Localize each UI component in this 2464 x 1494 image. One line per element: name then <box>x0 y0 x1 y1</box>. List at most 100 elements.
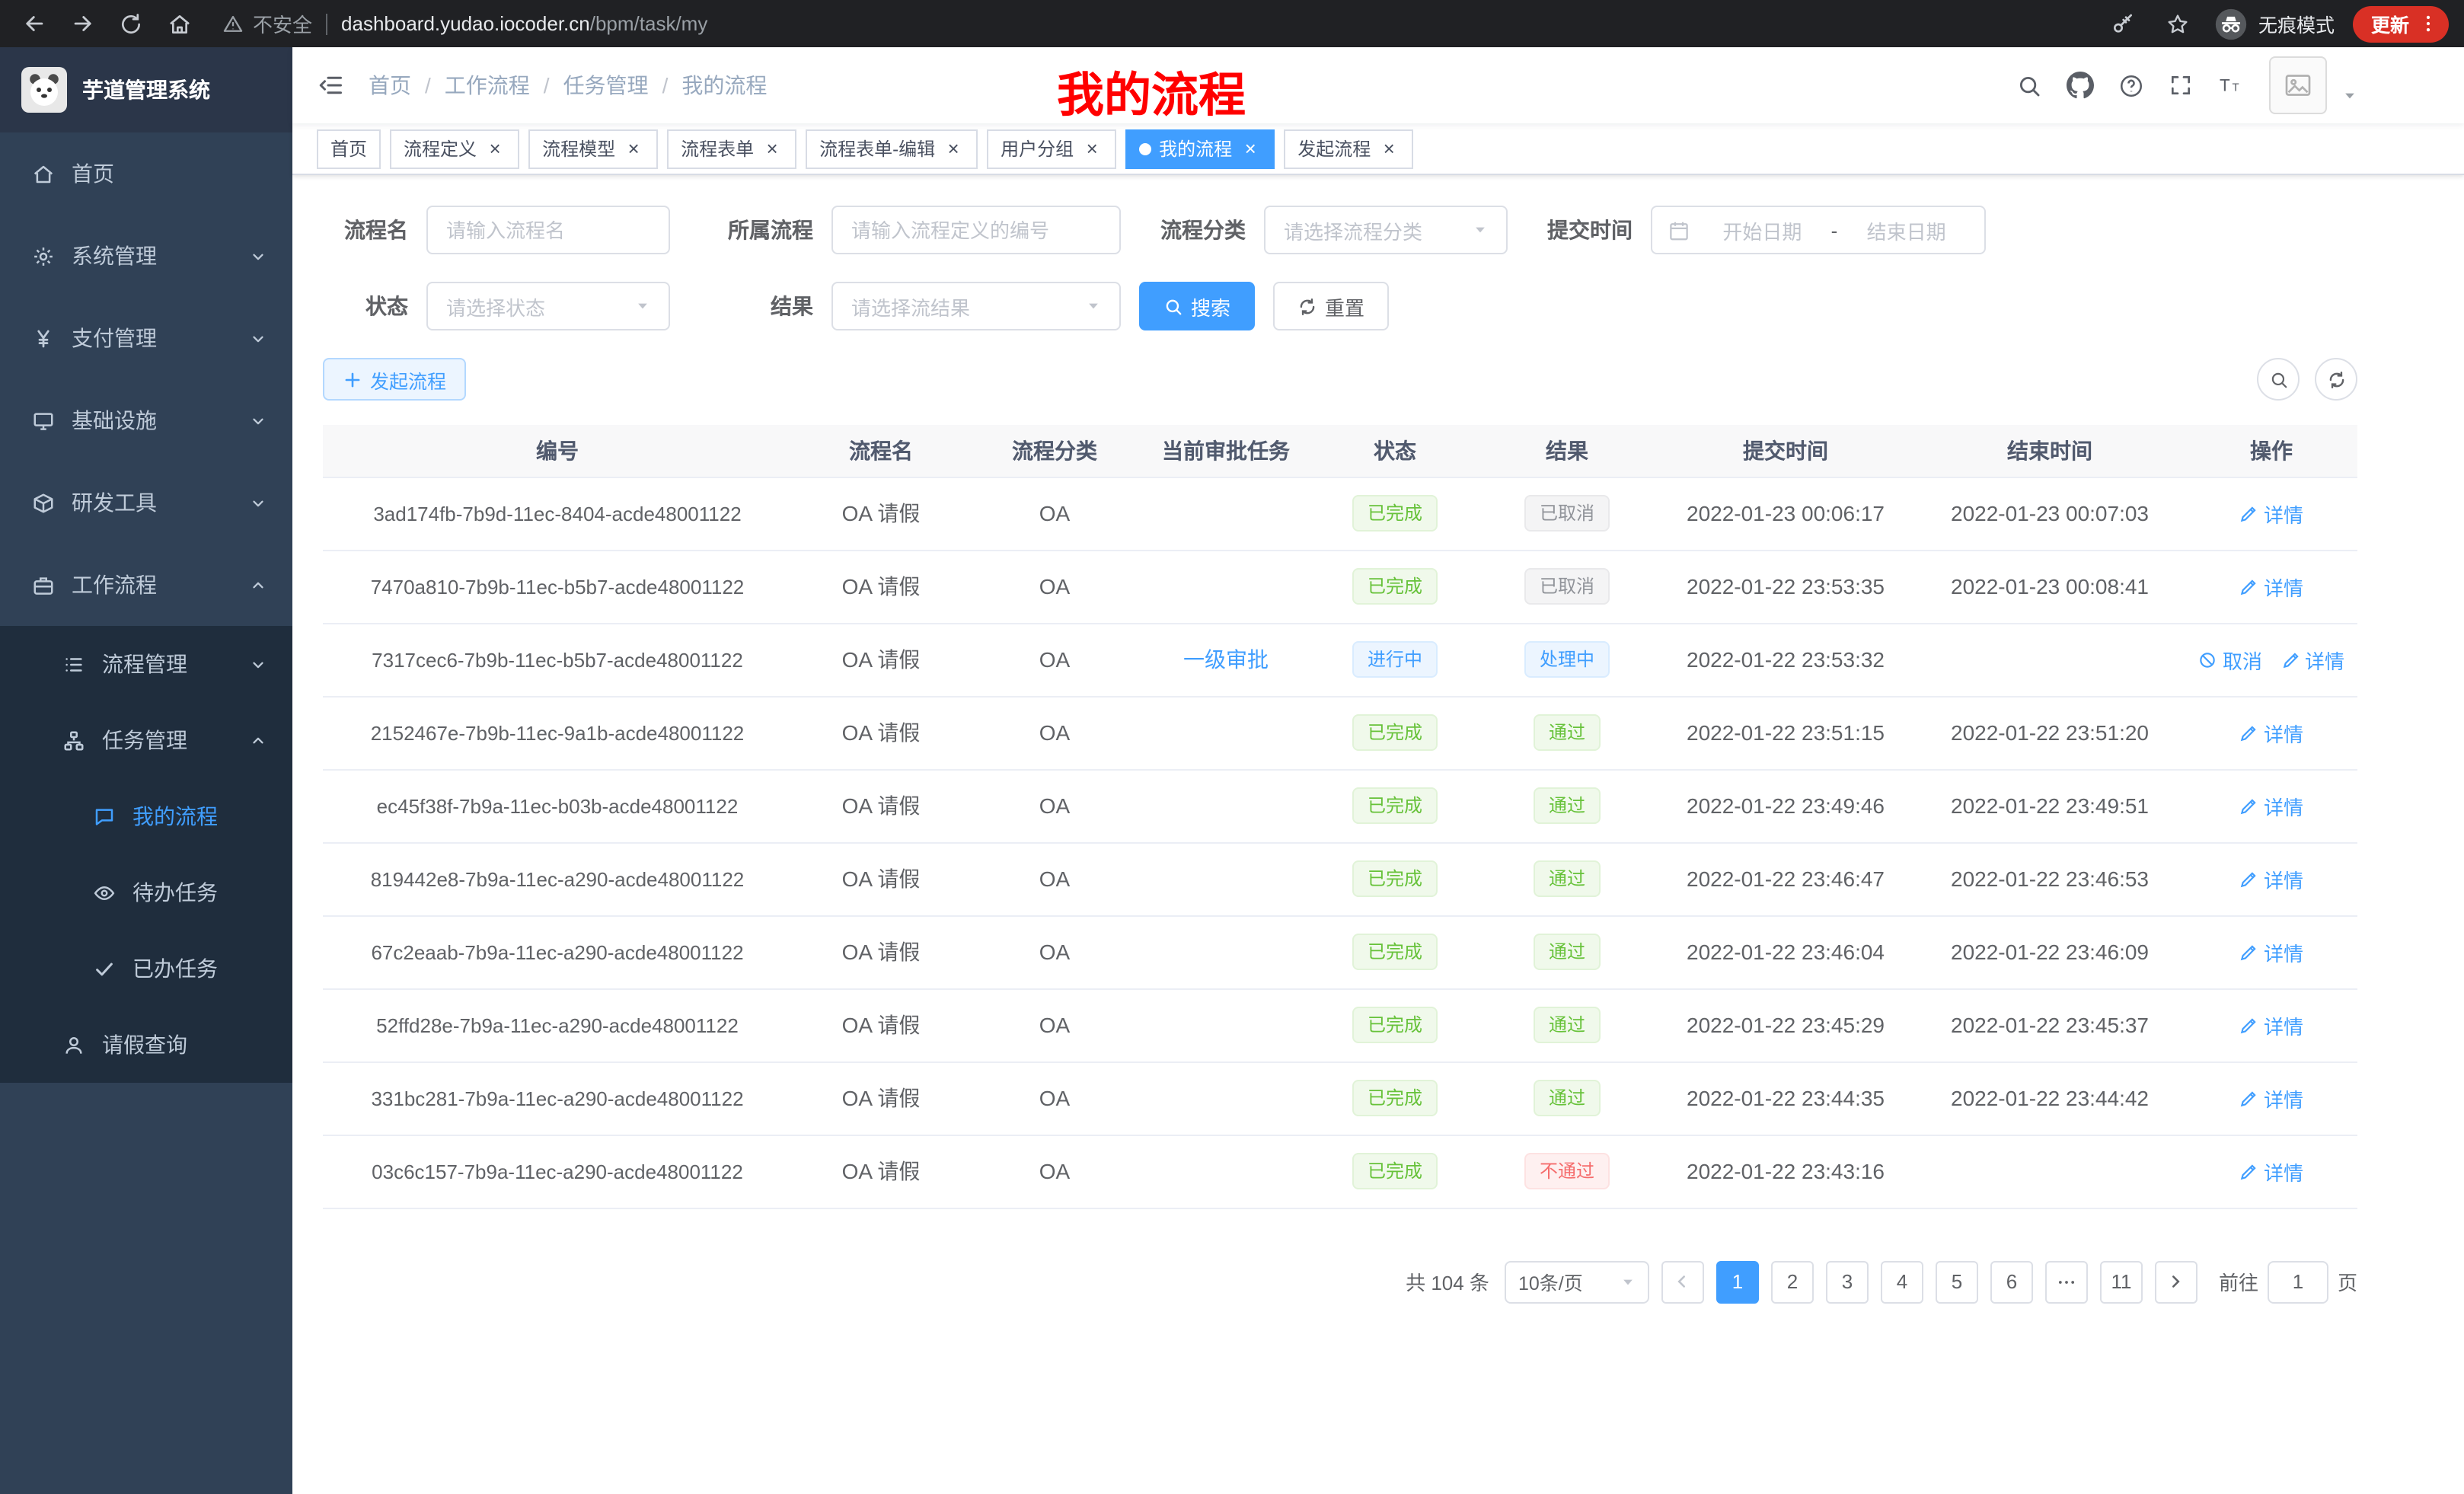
security-chip[interactable]: 不安全 <box>222 9 312 38</box>
sidebar-item-label: 研发工具 <box>72 487 157 518</box>
bookmark-star-icon[interactable] <box>2159 5 2196 42</box>
cell-actions: 详情 <box>2185 477 2357 550</box>
current-task-link[interactable]: 一级审批 <box>1183 647 1269 672</box>
update-button[interactable]: 更新 <box>2353 5 2449 42</box>
pager-next-button[interactable] <box>2155 1260 2197 1303</box>
search-button-label: 搜索 <box>1191 292 1230 321</box>
reload-icon[interactable] <box>113 5 149 42</box>
hamburger-icon[interactable] <box>317 72 344 99</box>
sidebar-item-2[interactable]: 支付管理 <box>0 297 292 379</box>
tab-label: 发起流程 <box>1297 136 1371 161</box>
forward-icon[interactable] <box>64 5 101 42</box>
tab-4[interactable]: 流程表单-编辑× <box>806 129 978 168</box>
pager-page-6[interactable]: 6 <box>1990 1260 2033 1303</box>
sidebar-item-0[interactable]: 首页 <box>0 132 292 215</box>
detail-action-link[interactable]: 详情 <box>2239 572 2303 601</box>
search-icon[interactable] <box>2016 72 2042 98</box>
breadcrumb-item-3: 我的流程 <box>681 70 767 101</box>
sidebar-item-label: 首页 <box>72 158 114 189</box>
sidebar-item-7[interactable]: 任务管理 <box>0 702 292 778</box>
tab-close-icon[interactable]: × <box>943 138 964 159</box>
detail-action-link[interactable]: 详情 <box>2239 499 2303 528</box>
sidebar-item-8[interactable]: 我的流程 <box>0 778 292 854</box>
tab-0[interactable]: 首页 <box>317 129 381 168</box>
pager-prev-button[interactable] <box>1661 1260 1704 1303</box>
search-button[interactable]: 搜索 <box>1139 282 1255 330</box>
sidebar-item-5[interactable]: 工作流程 <box>0 544 292 626</box>
result-tag: 不通过 <box>1524 1153 1610 1189</box>
tab-5[interactable]: 用户分组× <box>987 129 1116 168</box>
fontsize-icon[interactable]: TT <box>2217 72 2245 99</box>
sidebar-item-11[interactable]: 请假查询 <box>0 1007 292 1083</box>
cell-category: OA <box>970 623 1139 696</box>
address-bar[interactable]: 不安全 dashboard.yudao.iocoder.cn/bpm/task/… <box>222 9 2080 38</box>
tab-close-icon[interactable]: × <box>1081 138 1103 159</box>
chevron-down-icon <box>250 247 267 264</box>
pager-more-button[interactable] <box>2045 1260 2088 1303</box>
pager-page-11[interactable]: 11 <box>2100 1260 2143 1303</box>
toggle-search-button[interactable] <box>2257 358 2300 401</box>
result-filter-select[interactable]: 请选择流结果 <box>831 282 1121 330</box>
home-icon[interactable] <box>161 5 198 42</box>
sidebar-item-10[interactable]: 已办任务 <box>0 931 292 1007</box>
reset-button[interactable]: 重置 <box>1273 282 1389 330</box>
help-icon[interactable] <box>2118 72 2144 98</box>
goto-page-input[interactable] <box>2268 1260 2328 1303</box>
password-key-icon[interactable] <box>2105 5 2141 42</box>
pager-page-5[interactable]: 5 <box>1936 1260 1978 1303</box>
tab-2[interactable]: 流程模型× <box>528 129 658 168</box>
time-range-picker[interactable]: 开始日期 - 结束日期 <box>1651 206 1986 254</box>
github-icon[interactable] <box>2067 72 2094 99</box>
detail-action-link[interactable]: 详情 <box>2239 791 2303 820</box>
fullscreen-icon[interactable] <box>2169 73 2193 97</box>
sidebar-item-4[interactable]: 研发工具 <box>0 461 292 544</box>
tab-1[interactable]: 流程定义× <box>390 129 519 168</box>
breadcrumb-item-2[interactable]: 任务管理 <box>563 70 649 101</box>
sidebar-item-3[interactable]: 基础设施 <box>0 379 292 461</box>
screen: 不安全 dashboard.yudao.iocoder.cn/bpm/task/… <box>0 0 2464 1494</box>
pager-pages: 123456 11 <box>1716 1260 2143 1303</box>
tab-3[interactable]: 流程表单× <box>667 129 796 168</box>
detail-action-link[interactable]: 详情 <box>2239 718 2303 747</box>
sidebar-item-9[interactable]: 待办任务 <box>0 854 292 931</box>
tab-6[interactable]: 我的流程× <box>1125 129 1275 168</box>
cell-result: 通过 <box>1477 842 1657 915</box>
name-filter-input[interactable] <box>426 206 670 254</box>
refresh-table-button[interactable] <box>2315 358 2357 401</box>
detail-action-link[interactable]: 详情 <box>2239 1010 2303 1039</box>
pager-page-2[interactable]: 2 <box>1771 1260 1814 1303</box>
caret-down-icon[interactable] <box>2342 88 2357 104</box>
process-filter-input[interactable] <box>831 206 1121 254</box>
category-filter-select[interactable]: 请选择流程分类 <box>1264 206 1508 254</box>
cancel-action-link[interactable]: 取消 <box>2198 645 2262 674</box>
tab-close-icon[interactable]: × <box>761 138 783 159</box>
page-size-select[interactable]: 10条/页 <box>1505 1260 1649 1303</box>
back-icon[interactable] <box>15 5 52 42</box>
status-filter-select[interactable]: 请选择状态 <box>426 282 670 330</box>
detail-action-link[interactable]: 详情 <box>2280 645 2344 674</box>
pager-page-4[interactable]: 4 <box>1881 1260 1923 1303</box>
sidebar-item-1[interactable]: 系统管理 <box>0 215 292 297</box>
pager-page-1[interactable]: 1 <box>1716 1260 1759 1303</box>
home-icon <box>30 162 55 185</box>
breadcrumb-item-1[interactable]: 工作流程 <box>445 70 530 101</box>
sidebar-item-6[interactable]: 流程管理 <box>0 626 292 702</box>
detail-action-link[interactable]: 详情 <box>2239 1084 2303 1113</box>
create-process-button[interactable]: 发起流程 <box>323 358 466 401</box>
security-label: 不安全 <box>253 9 312 38</box>
tab-close-icon[interactable]: × <box>484 138 506 159</box>
tab-7[interactable]: 发起流程 × <box>1284 129 1413 168</box>
tab-close-icon[interactable]: × <box>1378 138 1400 159</box>
tab-close-icon[interactable]: × <box>1240 138 1261 159</box>
tab-close-icon[interactable]: × <box>623 138 644 159</box>
detail-action-link[interactable]: 详情 <box>2239 937 2303 966</box>
detail-action-link[interactable]: 详情 <box>2239 864 2303 893</box>
cell-id: 7470a810-7b9b-11ec-b5b7-acde48001122 <box>323 550 792 623</box>
avatar[interactable] <box>2269 56 2327 114</box>
pager-page-3[interactable]: 3 <box>1826 1260 1869 1303</box>
cell-submit-time: 2022-01-22 23:51:15 <box>1657 696 1914 769</box>
breadcrumb-item-0[interactable]: 首页 <box>369 70 411 101</box>
detail-action-link[interactable]: 详情 <box>2239 1157 2303 1186</box>
cell-category: OA <box>970 769 1139 842</box>
browser-menu-icon[interactable] <box>2414 5 2441 42</box>
